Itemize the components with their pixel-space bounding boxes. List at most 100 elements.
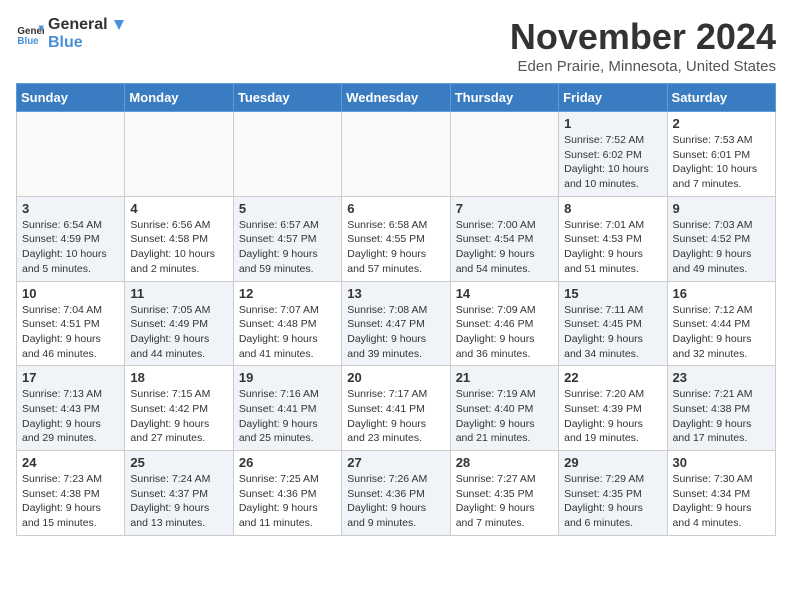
calendar-day-cell: 11Sunrise: 7:05 AM Sunset: 4:49 PM Dayli… <box>125 281 233 366</box>
day-info: Sunrise: 7:07 AM Sunset: 4:48 PM Dayligh… <box>239 303 336 362</box>
day-number: 28 <box>456 455 553 470</box>
day-info: Sunrise: 6:56 AM Sunset: 4:58 PM Dayligh… <box>130 218 227 277</box>
calendar-day-cell: 7 Sunrise: 7:00 AM Sunset: 4:54 PM Daylig… <box>450 196 558 281</box>
day-number: 11 <box>130 286 227 301</box>
day-info: Sunrise: 6:58 AM Sunset: 4:55 PM Dayligh… <box>347 218 444 277</box>
day-info: Sunrise: 7:00 AM Sunset: 4:54 PM Dayligh… <box>456 218 553 277</box>
calendar-day-cell: 12 Sunrise: 7:07 AM Sunset: 4:48 PM Dayli… <box>233 281 341 366</box>
day-number: 17 <box>22 370 119 385</box>
calendar-day-cell: 30Sunrise: 7:30 AM Sunset: 4:34 PM Dayli… <box>667 451 775 536</box>
calendar-day-cell <box>342 112 450 197</box>
day-info: Sunrise: 7:19 AM Sunset: 4:40 PM Dayligh… <box>456 387 553 446</box>
day-number: 13 <box>347 286 444 301</box>
day-info: Sunrise: 7:04 AM Sunset: 4:51 PM Dayligh… <box>22 303 119 362</box>
calendar-day-cell: 28 Sunrise: 7:27 AM Sunset: 4:35 PM Dayli… <box>450 451 558 536</box>
month-title: November 2024 <box>510 16 776 58</box>
day-number: 1 <box>564 116 661 131</box>
calendar-day-cell: 9 Sunrise: 7:03 AM Sunset: 4:52 PM Daylig… <box>667 196 775 281</box>
day-info: Sunrise: 7:17 AM Sunset: 4:41 PM Dayligh… <box>347 387 444 446</box>
calendar-table: SundayMondayTuesdayWednesdayThursdayFrid… <box>16 83 776 536</box>
calendar-day-cell: 17 Sunrise: 7:13 AM Sunset: 4:43 PM Dayli… <box>17 366 125 451</box>
calendar-day-cell: 16 Sunrise: 7:12 AM Sunset: 4:44 PM Dayli… <box>667 281 775 366</box>
day-number: 14 <box>456 286 553 301</box>
day-number: 18 <box>130 370 227 385</box>
day-number: 21 <box>456 370 553 385</box>
calendar-day-cell: 4 Sunrise: 6:56 AM Sunset: 4:58 PM Daylig… <box>125 196 233 281</box>
day-number: 5 <box>239 201 336 216</box>
day-of-week-header: Saturday <box>667 84 775 112</box>
calendar-header-row: SundayMondayTuesdayWednesdayThursdayFrid… <box>17 84 776 112</box>
calendar-week-row: 17 Sunrise: 7:13 AM Sunset: 4:43 PM Dayli… <box>17 366 776 451</box>
day-info: Sunrise: 7:23 AM Sunset: 4:38 PM Dayligh… <box>22 472 119 531</box>
day-number: 15 <box>564 286 661 301</box>
calendar-day-cell: 26 Sunrise: 7:25 AM Sunset: 4:36 PM Dayli… <box>233 451 341 536</box>
calendar-day-cell: 15 Sunrise: 7:11 AM Sunset: 4:45 PM Dayli… <box>559 281 667 366</box>
day-number: 19 <box>239 370 336 385</box>
day-number: 25 <box>130 455 227 470</box>
day-info: Sunrise: 7:21 AM Sunset: 4:38 PM Dayligh… <box>673 387 770 446</box>
day-info: Sunrise: 7:09 AM Sunset: 4:46 PM Dayligh… <box>456 303 553 362</box>
day-number: 7 <box>456 201 553 216</box>
day-info: Sunrise: 7:52 AM Sunset: 6:02 PM Dayligh… <box>564 133 661 192</box>
day-number: 27 <box>347 455 444 470</box>
day-number: 6 <box>347 201 444 216</box>
title-area: November 2024 Eden Prairie, Minnesota, U… <box>510 16 776 75</box>
day-info: Sunrise: 7:30 AM Sunset: 4:34 PM Dayligh… <box>673 472 770 531</box>
calendar-day-cell: 24 Sunrise: 7:23 AM Sunset: 4:38 PM Dayli… <box>17 451 125 536</box>
day-number: 16 <box>673 286 770 301</box>
day-info: Sunrise: 7:03 AM Sunset: 4:52 PM Dayligh… <box>673 218 770 277</box>
day-number: 20 <box>347 370 444 385</box>
calendar-week-row: 3Sunrise: 6:54 AM Sunset: 4:59 PM Daylig… <box>17 196 776 281</box>
calendar-day-cell: 13 Sunrise: 7:08 AM Sunset: 4:47 PM Dayli… <box>342 281 450 366</box>
day-info: Sunrise: 7:11 AM Sunset: 4:45 PM Dayligh… <box>564 303 661 362</box>
calendar-day-cell: 27 Sunrise: 7:26 AM Sunset: 4:36 PM Dayli… <box>342 451 450 536</box>
calendar-day-cell: 29 Sunrise: 7:29 AM Sunset: 4:35 PM Dayli… <box>559 451 667 536</box>
calendar-day-cell: 5 Sunrise: 6:57 AM Sunset: 4:57 PM Daylig… <box>233 196 341 281</box>
day-of-week-header: Tuesday <box>233 84 341 112</box>
calendar-day-cell: 20 Sunrise: 7:17 AM Sunset: 4:41 PM Dayli… <box>342 366 450 451</box>
day-number: 24 <box>22 455 119 470</box>
day-number: 9 <box>673 201 770 216</box>
logo-blue: Blue <box>48 34 126 52</box>
day-info: Sunrise: 7:24 AM Sunset: 4:37 PM Dayligh… <box>130 472 227 531</box>
calendar-day-cell: 22Sunrise: 7:20 AM Sunset: 4:39 PM Dayli… <box>559 366 667 451</box>
logo-general: General <box>48 16 108 33</box>
calendar-day-cell: 19 Sunrise: 7:16 AM Sunset: 4:41 PM Dayli… <box>233 366 341 451</box>
calendar-day-cell: 18Sunrise: 7:15 AM Sunset: 4:42 PM Dayli… <box>125 366 233 451</box>
day-number: 3 <box>22 201 119 216</box>
day-info: Sunrise: 7:12 AM Sunset: 4:44 PM Dayligh… <box>673 303 770 362</box>
day-info: Sunrise: 7:53 AM Sunset: 6:01 PM Dayligh… <box>673 133 770 192</box>
day-info: Sunrise: 7:29 AM Sunset: 4:35 PM Dayligh… <box>564 472 661 531</box>
day-number: 26 <box>239 455 336 470</box>
calendar-day-cell: 14 Sunrise: 7:09 AM Sunset: 4:46 PM Dayli… <box>450 281 558 366</box>
day-info: Sunrise: 7:08 AM Sunset: 4:47 PM Dayligh… <box>347 303 444 362</box>
day-of-week-header: Wednesday <box>342 84 450 112</box>
day-of-week-header: Monday <box>125 84 233 112</box>
day-info: Sunrise: 7:16 AM Sunset: 4:41 PM Dayligh… <box>239 387 336 446</box>
day-info: Sunrise: 7:25 AM Sunset: 4:36 PM Dayligh… <box>239 472 336 531</box>
day-number: 12 <box>239 286 336 301</box>
calendar-week-row: 24 Sunrise: 7:23 AM Sunset: 4:38 PM Dayli… <box>17 451 776 536</box>
day-number: 4 <box>130 201 227 216</box>
calendar-day-cell: 10Sunrise: 7:04 AM Sunset: 4:51 PM Dayli… <box>17 281 125 366</box>
day-info: Sunrise: 6:57 AM Sunset: 4:57 PM Dayligh… <box>239 218 336 277</box>
day-info: Sunrise: 7:26 AM Sunset: 4:36 PM Dayligh… <box>347 472 444 531</box>
day-info: Sunrise: 7:27 AM Sunset: 4:35 PM Dayligh… <box>456 472 553 531</box>
calendar-day-cell: 21 Sunrise: 7:19 AM Sunset: 4:40 PM Dayli… <box>450 366 558 451</box>
day-number: 29 <box>564 455 661 470</box>
location-title: Eden Prairie, Minnesota, United States <box>510 58 776 75</box>
header: General Blue General Blue November 2024 … <box>16 16 776 75</box>
calendar-week-row: 10Sunrise: 7:04 AM Sunset: 4:51 PM Dayli… <box>17 281 776 366</box>
calendar-day-cell: 1 Sunrise: 7:52 AM Sunset: 6:02 PM Daylig… <box>559 112 667 197</box>
calendar-day-cell <box>450 112 558 197</box>
calendar-day-cell: 23Sunrise: 7:21 AM Sunset: 4:38 PM Dayli… <box>667 366 775 451</box>
day-number: 8 <box>564 201 661 216</box>
logo-icon: General Blue <box>16 20 44 48</box>
calendar-day-cell <box>17 112 125 197</box>
calendar-day-cell <box>233 112 341 197</box>
calendar-day-cell <box>125 112 233 197</box>
day-info: Sunrise: 7:20 AM Sunset: 4:39 PM Dayligh… <box>564 387 661 446</box>
day-info: Sunrise: 7:01 AM Sunset: 4:53 PM Dayligh… <box>564 218 661 277</box>
day-of-week-header: Sunday <box>17 84 125 112</box>
day-info: Sunrise: 7:13 AM Sunset: 4:43 PM Dayligh… <box>22 387 119 446</box>
